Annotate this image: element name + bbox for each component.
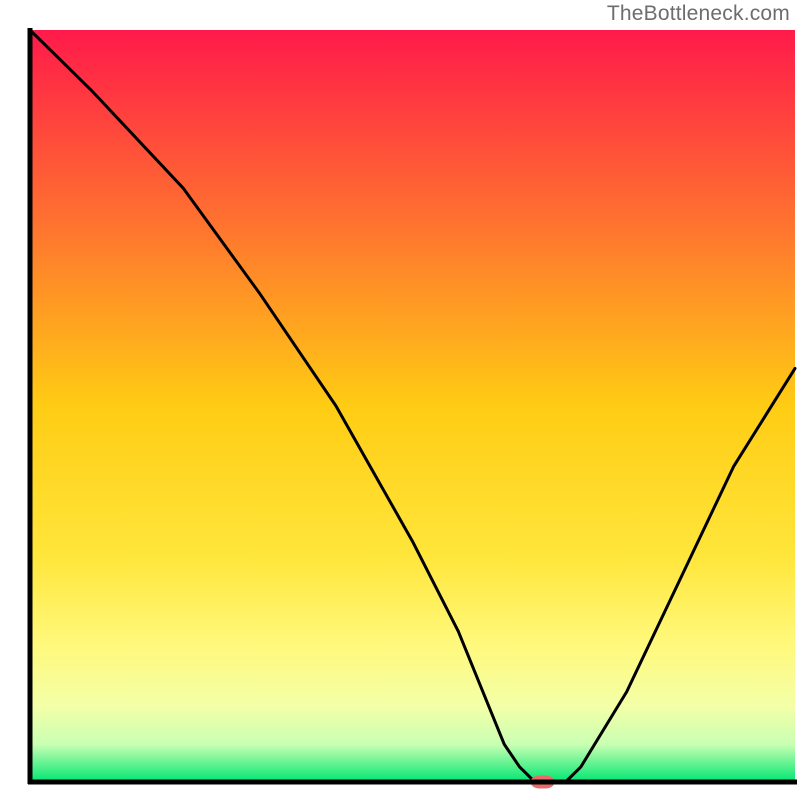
plot-area bbox=[28, 28, 797, 789]
gradient-background bbox=[30, 30, 795, 782]
watermark-text: TheBottleneck.com bbox=[607, 2, 790, 26]
chart-container: TheBottleneck.com bbox=[0, 0, 800, 800]
bottleneck-chart bbox=[0, 0, 800, 800]
